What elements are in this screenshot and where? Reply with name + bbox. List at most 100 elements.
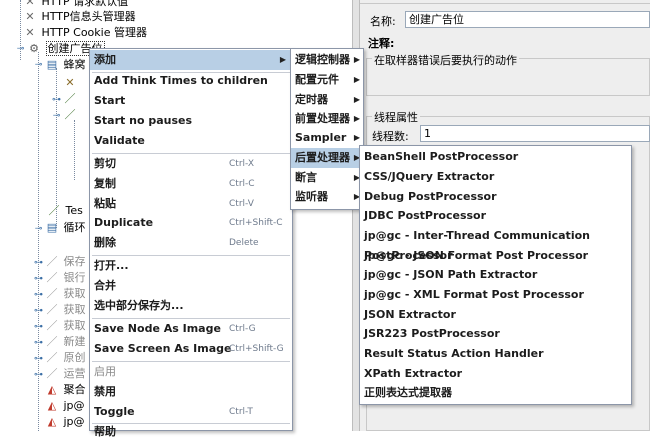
controller-icon: ▤	[46, 221, 58, 234]
menu-item-validate[interactable]: Validate	[90, 131, 292, 151]
tree-item-ops[interactable]: ／ 运营	[44, 366, 86, 382]
name-label: 名称:	[370, 15, 396, 28]
gear-icon: ⚙	[29, 42, 39, 55]
collapse-toggle-icon[interactable]: ⊸	[16, 45, 25, 54]
tree-item-save[interactable]: ／ 保存	[44, 254, 86, 270]
controller-icon: ▤	[46, 58, 58, 71]
menu-item-post-processor[interactable]: 后置处理器 ▶	[291, 148, 363, 168]
menu-item-toggle[interactable]: Toggle Ctrl-T	[90, 402, 292, 422]
menu-item-logic-controller[interactable]: 逻辑控制器 ▶	[291, 50, 363, 70]
pipette-icon: ／	[46, 319, 58, 332]
menu-item-copy[interactable]: 复制 Ctrl-C	[90, 174, 292, 194]
tree-item-original[interactable]: ／ 原创	[44, 350, 86, 366]
thread-properties-title: 线程属性	[372, 109, 420, 125]
expand-toggle-icon[interactable]: ⊶	[34, 355, 43, 364]
chart-icon: ◭	[47, 415, 57, 428]
menu-item-save-selection[interactable]: 选中部分保存为...	[90, 296, 292, 316]
expand-toggle-icon[interactable]: ⊶	[34, 339, 43, 348]
threads-label: 线程数:	[372, 130, 409, 143]
expand-toggle-icon[interactable]: ⊶	[34, 323, 43, 332]
tree-item-get[interactable]: ／ 获取	[44, 318, 86, 334]
tree-item-controller[interactable]: ▤ 蜂窝	[44, 57, 86, 73]
menu-item-sampler[interactable]: Sampler ▶	[291, 128, 363, 148]
context-menu: 添加 ▶ Add Think Times to children Start S…	[89, 48, 293, 438]
menu-item-assertion[interactable]: 断言 ▶	[291, 168, 363, 188]
post-processor-submenu: BeanShell PostProcessor CSS/JQuery Extra…	[359, 145, 632, 405]
tree-item-jpgc[interactable]: ◭ jp@	[44, 398, 85, 414]
chart-icon: ◭	[47, 399, 57, 412]
menu-item-cut[interactable]: 剪切 Ctrl-X	[90, 154, 292, 174]
tree-item-header-manager[interactable]: ✕ HTTP信息头管理器	[22, 9, 135, 25]
menu-item-json-path-extractor[interactable]: jp@gc - JSON Path Extractor	[360, 265, 631, 285]
menu-item-json-extractor[interactable]: JSON Extractor	[360, 305, 631, 325]
pipette-icon: ／	[64, 92, 76, 105]
tree-item-get[interactable]: ／ 获取	[44, 302, 86, 318]
menu-item-json-format-post-processor[interactable]: jp@gc - JSON Format Post Processor	[360, 246, 631, 266]
comment-label: 注释:	[368, 37, 395, 50]
menu-item-duplicate[interactable]: Duplicate Ctrl+Shift-C	[90, 213, 292, 233]
menu-item-inter-thread-communication[interactable]: jp@gc - Inter-Thread Communication PostP…	[360, 226, 631, 262]
menu-item-merge[interactable]: 合并	[90, 276, 292, 296]
wrench-icon: ✕	[25, 26, 35, 39]
tree-item-cookie-manager[interactable]: ✕ HTTP Cookie 管理器	[22, 25, 147, 41]
wrench-icon: ✕	[25, 10, 35, 23]
submenu-arrow-icon: ▶	[353, 114, 360, 123]
collapse-toggle-icon[interactable]: ⊸	[34, 225, 43, 234]
menu-item-help[interactable]: 帮助	[90, 422, 292, 442]
tree-item-bank[interactable]: ／ 银行	[44, 270, 86, 286]
expand-toggle-icon[interactable]: ⊶	[34, 371, 43, 380]
menu-item-pre-processor[interactable]: 前置处理器 ▶	[291, 109, 363, 129]
menu-item-result-status-action-handler[interactable]: Result Status Action Handler	[360, 344, 631, 364]
expand-toggle-icon[interactable]: ⊶	[34, 307, 43, 316]
menu-item-save-node-image[interactable]: Save Node As Image Ctrl-G	[90, 319, 292, 339]
add-submenu: 逻辑控制器 ▶ 配置元件 ▶ 定时器 ▶ 前置处理器 ▶ Sampler ▶ 后…	[290, 48, 364, 210]
submenu-arrow-icon: ▶	[353, 75, 360, 84]
pipette-icon: ／	[46, 303, 58, 316]
tree-item-jpgc[interactable]: ◭ jp@	[44, 414, 85, 430]
menu-item-enable: 启用	[94, 365, 116, 378]
pipette-icon: ／	[64, 108, 76, 121]
menu-item-css-jquery-extractor[interactable]: CSS/JQuery Extractor	[360, 167, 631, 187]
menu-item-save-screen-image[interactable]: Save Screen As Image Ctrl+Shift-G	[90, 339, 292, 359]
tree-item-aggregate[interactable]: ◭ 聚合	[44, 382, 86, 398]
collapse-toggle-icon[interactable]: ⊸	[34, 61, 43, 70]
menu-item-timer[interactable]: 定时器 ▶	[291, 90, 363, 110]
name-input[interactable]: 创建广告位	[405, 11, 650, 28]
menu-item-delete[interactable]: 删除 Delete	[90, 233, 292, 253]
tree-item-sampler[interactable]: ／	[62, 107, 78, 123]
submenu-arrow-icon: ▶	[353, 95, 360, 104]
menu-item-regex-extractor[interactable]: 正则表达式提取器	[360, 383, 631, 403]
pipette-icon: ／	[46, 255, 58, 268]
tree-item-sampler[interactable]: ／	[62, 91, 78, 107]
expand-toggle-icon[interactable]: ⊶	[34, 259, 43, 268]
menu-item-listener[interactable]: 监听器 ▶	[291, 187, 363, 207]
menu-item-beanshell-postprocessor[interactable]: BeanShell PostProcessor	[360, 147, 631, 167]
chart-icon: ◭	[47, 383, 57, 396]
menu-item-add[interactable]: 添加 ▶	[90, 50, 292, 70]
tree-item-new[interactable]: ／ 新建	[44, 334, 86, 350]
expand-toggle-icon[interactable]: ⊶	[34, 291, 43, 300]
menu-item-start[interactable]: Start	[90, 91, 292, 111]
menu-item-jdbc-postprocessor[interactable]: JDBC PostProcessor	[360, 206, 631, 226]
menu-item-jsr223-postprocessor[interactable]: JSR223 PostProcessor	[360, 324, 631, 344]
menu-item-open[interactable]: 打开...	[90, 256, 292, 276]
pipette-icon: ／	[46, 287, 58, 300]
tree-item-loop[interactable]: ▤ 循环	[44, 220, 86, 236]
pipette-icon: ／	[48, 204, 60, 217]
menu-item-xml-format-post-processor[interactable]: jp@gc - XML Format Post Processor	[360, 285, 631, 305]
menu-item-paste[interactable]: 粘贴 Ctrl-V	[90, 194, 292, 214]
menu-item-config-element[interactable]: 配置元件 ▶	[291, 70, 363, 90]
menu-item-start-no-pauses[interactable]: Start no pauses	[90, 111, 292, 131]
expand-toggle-icon[interactable]: ⊶	[52, 96, 61, 105]
expand-toggle-icon[interactable]: ⊶	[34, 275, 43, 284]
tree-item-test[interactable]: ／ Tes	[46, 203, 83, 219]
menu-item-disable[interactable]: 禁用	[90, 382, 292, 402]
menu-item-add-think-times[interactable]: Add Think Times to children	[90, 71, 292, 91]
threads-input[interactable]: 1	[420, 125, 650, 142]
menu-item-xpath-extractor[interactable]: XPath Extractor	[360, 364, 631, 384]
menu-item-debug-postprocessor[interactable]: Debug PostProcessor	[360, 187, 631, 207]
tree-item-tool[interactable]: ✕	[62, 75, 78, 91]
collapse-toggle-icon[interactable]: ⊸	[52, 112, 61, 121]
tree-item-get[interactable]: ／ 获取	[44, 286, 86, 302]
panel-divider	[360, 3, 650, 4]
